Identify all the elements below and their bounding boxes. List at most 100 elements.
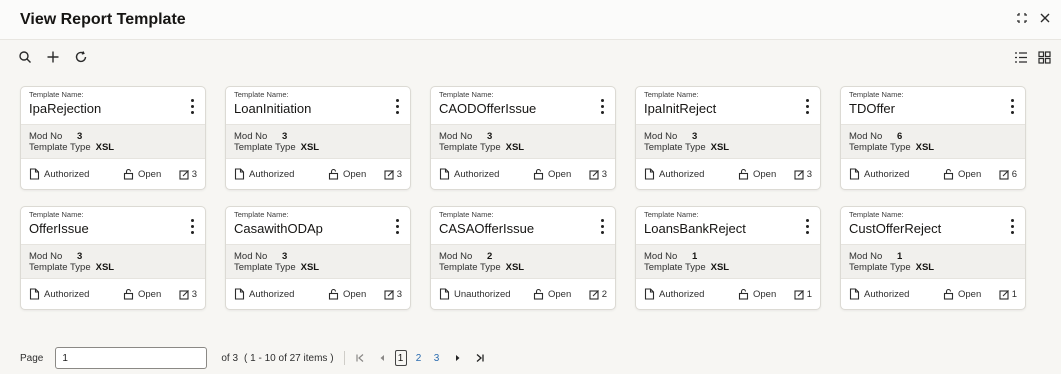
template-type-value: XSL	[95, 262, 115, 273]
template-name-label: Template Name:	[644, 210, 699, 219]
edit-count-icon	[384, 169, 395, 180]
pager-divider	[343, 351, 345, 365]
search-icon[interactable]	[18, 50, 32, 64]
template-card[interactable]: Template Name: OfferIssue Mod No 3 Templa…	[20, 206, 206, 310]
edit-count-icon	[999, 289, 1010, 300]
template-card[interactable]: Template Name: LoansBankReject Mod No 1 T…	[635, 206, 821, 310]
page-2-button[interactable]: 2	[413, 350, 425, 366]
mod-no-value: 3	[487, 131, 493, 142]
more-actions-icon[interactable]	[597, 99, 607, 115]
mod-no-label: Mod No	[234, 131, 268, 142]
edit-count-icon	[384, 289, 395, 300]
template-name-label: Template Name:	[29, 90, 84, 99]
template-type-value: XSL	[300, 262, 320, 273]
more-actions-icon[interactable]	[802, 99, 812, 115]
mod-no-label: Mod No	[644, 131, 678, 142]
more-actions-icon[interactable]	[187, 99, 197, 115]
template-type-label: Template Type	[439, 142, 501, 153]
add-icon[interactable]	[46, 50, 60, 64]
auth-status: Authorized	[44, 288, 90, 300]
template-name-label: Template Name:	[234, 90, 289, 99]
refresh-icon[interactable]	[74, 50, 88, 64]
mod-no-value: 3	[282, 251, 288, 262]
lock-open-icon	[328, 288, 339, 300]
auth-status: Authorized	[249, 168, 295, 180]
mod-no-value: 1	[897, 251, 903, 262]
edit-count-icon	[999, 169, 1010, 180]
document-status-icon	[234, 168, 245, 180]
lock-open-icon	[533, 288, 544, 300]
page-title: View Report Template	[20, 11, 186, 28]
first-page-icon[interactable]	[353, 349, 367, 367]
more-actions-icon[interactable]	[187, 219, 197, 235]
template-card[interactable]: Template Name: CASAOfferIssue Mod No 2 Te…	[430, 206, 616, 310]
template-type-value: XSL	[505, 262, 525, 273]
lock-open-icon	[738, 288, 749, 300]
document-status-icon	[439, 288, 450, 300]
template-card[interactable]: Template Name: CustOfferReject Mod No 1 T…	[840, 206, 1026, 310]
template-name: CASAOfferIssue	[439, 221, 535, 236]
lock-open-icon	[943, 168, 954, 180]
template-card[interactable]: Template Name: CAODOfferIssue Mod No 3 Te…	[430, 86, 616, 190]
auth-status: Authorized	[659, 288, 705, 300]
template-type-label: Template Type	[439, 262, 501, 273]
mod-no-value: 3	[282, 131, 288, 142]
grid-view-icon[interactable]	[1038, 51, 1051, 64]
more-actions-icon[interactable]	[392, 99, 402, 115]
expand-icon[interactable]	[1015, 11, 1029, 25]
mod-no-label: Mod No	[849, 131, 883, 142]
mod-no-value: 1	[692, 251, 698, 262]
edit-count-icon	[794, 289, 805, 300]
template-name: LoansBankReject	[644, 221, 746, 236]
document-status-icon	[29, 288, 40, 300]
template-card[interactable]: Template Name: LoanInitiation Mod No 3 Te…	[225, 86, 411, 190]
lock-status: Open	[343, 168, 367, 180]
template-name-label: Template Name:	[849, 210, 904, 219]
modification-count: 3	[191, 168, 197, 180]
list-view-icon[interactable]	[1014, 51, 1028, 64]
next-page-icon[interactable]	[451, 349, 465, 367]
template-type-label: Template Type	[849, 142, 911, 153]
auth-status: Authorized	[249, 288, 295, 300]
more-actions-icon[interactable]	[1007, 219, 1017, 235]
items-range-text: ( 1 - 10 of 27 items )	[244, 352, 334, 364]
template-type-value: XSL	[710, 262, 730, 273]
edit-count-icon	[179, 289, 190, 300]
template-name-label: Template Name:	[644, 90, 699, 99]
lock-open-icon	[738, 168, 749, 180]
view-toggle	[1014, 51, 1051, 64]
template-type-value: XSL	[915, 262, 935, 273]
pagination: Page of 3 ( 1 - 10 of 27 items ) 123	[20, 347, 487, 369]
document-status-icon	[439, 168, 450, 180]
template-card[interactable]: Template Name: IpaInitReject Mod No 3 Tem…	[635, 86, 821, 190]
mod-no-value: 3	[692, 131, 698, 142]
more-actions-icon[interactable]	[1007, 99, 1017, 115]
page-1-button[interactable]: 1	[394, 350, 407, 366]
edit-count-icon	[589, 289, 600, 300]
template-name-label: Template Name:	[439, 210, 494, 219]
more-actions-icon[interactable]	[802, 219, 812, 235]
more-actions-icon[interactable]	[597, 219, 607, 235]
lock-open-icon	[123, 168, 134, 180]
template-name: IpaInitReject	[644, 101, 717, 116]
template-name-label: Template Name:	[234, 210, 289, 219]
template-type-value: XSL	[710, 142, 730, 153]
page-3-button[interactable]: 3	[431, 350, 443, 366]
page-number-input[interactable]	[55, 347, 208, 369]
previous-page-icon[interactable]	[375, 349, 389, 367]
document-status-icon	[849, 168, 860, 180]
template-card[interactable]: Template Name: IpaRejection Mod No 3 Temp…	[20, 86, 206, 190]
modification-count: 3	[396, 288, 402, 300]
last-page-icon[interactable]	[473, 349, 487, 367]
mod-no-label: Mod No	[234, 251, 268, 262]
template-card[interactable]: Template Name: CasawithODAp Mod No 3 Temp…	[225, 206, 411, 310]
lock-open-icon	[328, 168, 339, 180]
more-actions-icon[interactable]	[392, 219, 402, 235]
page-label: Page	[20, 352, 44, 364]
lock-open-icon	[123, 288, 134, 300]
auth-status: Authorized	[864, 288, 910, 300]
template-card[interactable]: Template Name: TDOffer Mod No 6 Template …	[840, 86, 1026, 190]
modification-count: 3	[191, 288, 197, 300]
close-icon[interactable]	[1039, 12, 1051, 24]
lock-status: Open	[138, 288, 162, 300]
